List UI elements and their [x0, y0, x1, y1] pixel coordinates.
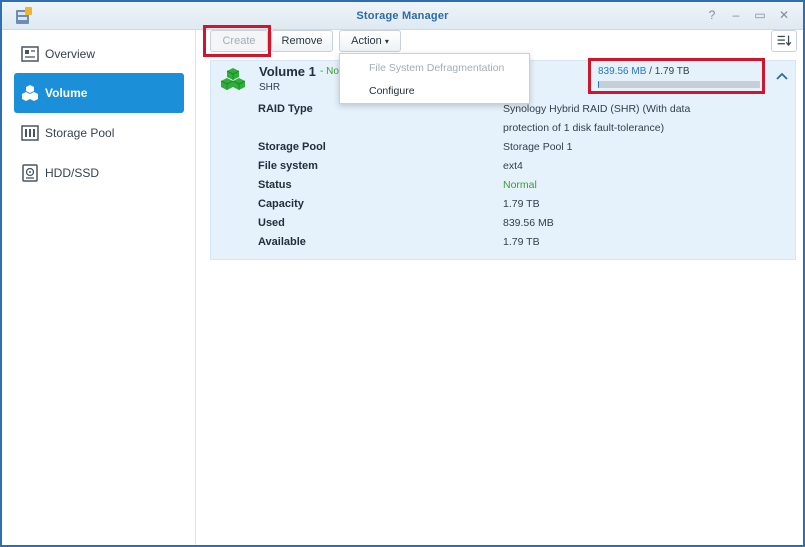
detail-value: 1.79 TB: [503, 198, 540, 210]
detail-value: ext4: [503, 160, 523, 172]
action-dropdown-button[interactable]: Action ▾: [339, 30, 401, 52]
detail-value: Storage Pool 1: [503, 141, 573, 153]
detail-row-available: Available 1.79 TB: [258, 236, 778, 255]
status-value: Normal: [503, 179, 537, 191]
hdd-icon: [22, 164, 38, 182]
detail-label: Status: [258, 179, 292, 191]
detail-value: 1.79 TB: [503, 236, 540, 248]
sidebar: Overview Volume Storage Pool HDD/SSD: [2, 30, 196, 545]
menu-item-configure[interactable]: Configure: [340, 80, 529, 102]
volume-name: Volume 1: [259, 64, 316, 79]
volume-icon: [22, 85, 38, 101]
detail-label: Available: [258, 236, 306, 248]
sidebar-item-label: Storage Pool: [45, 126, 115, 140]
create-button[interactable]: Create: [210, 30, 268, 52]
detail-value: 839.56 MB: [503, 217, 554, 229]
sidebar-item-label: Overview: [45, 47, 96, 61]
sort-icon: [777, 35, 792, 47]
sort-button[interactable]: [771, 30, 797, 52]
action-button-label: Action: [351, 35, 382, 47]
title-bar: Storage Manager ? – ▭ ✕: [2, 2, 803, 30]
detail-label: Capacity: [258, 198, 304, 210]
storage-pool-icon: [21, 125, 39, 141]
detail-label: Storage Pool: [258, 141, 326, 153]
volume-type: SHR: [259, 82, 281, 93]
window-title: Storage Manager: [356, 10, 449, 22]
usage-used: 839.56 MB: [598, 66, 647, 77]
chevron-down-icon: ▾: [384, 37, 389, 46]
detail-label: File system: [258, 160, 318, 172]
storage-manager-window: Storage Manager ? – ▭ ✕ Overview Volume: [0, 0, 805, 547]
sidebar-item-storage-pool[interactable]: Storage Pool: [14, 113, 184, 153]
sidebar-item-overview[interactable]: Overview: [14, 34, 184, 74]
volume-icon: [220, 68, 246, 90]
usage-separator: /: [646, 66, 655, 77]
chevron-up-icon[interactable]: [774, 69, 790, 85]
detail-label: RAID Type: [258, 103, 313, 115]
sidebar-item-label: Volume: [45, 86, 88, 100]
volume-details: RAID Type Synology Hybrid RAID (SHR) (Wi…: [258, 103, 778, 255]
remove-button[interactable]: Remove: [271, 30, 333, 52]
action-menu: File System Defragmentation Configure: [339, 53, 530, 104]
sidebar-item-hdd-ssd[interactable]: HDD/SSD: [14, 153, 184, 193]
detail-value: Synology Hybrid RAID (SHR) (With data pr…: [503, 103, 691, 134]
sidebar-item-label: HDD/SSD: [45, 166, 100, 180]
maximize-icon[interactable]: ▭: [752, 7, 768, 23]
help-icon[interactable]: ?: [704, 7, 720, 23]
minimize-icon[interactable]: –: [728, 7, 744, 23]
overview-icon: [21, 46, 39, 62]
close-icon[interactable]: ✕: [776, 7, 792, 23]
sidebar-item-volume[interactable]: Volume: [14, 73, 184, 113]
usage-total: 1.79 TB: [654, 66, 690, 77]
detail-row-raid-type: RAID Type Synology Hybrid RAID (SHR) (Wi…: [258, 103, 778, 141]
usage-bar: [598, 81, 760, 88]
volume-status-inline: - No: [320, 66, 339, 77]
menu-item-defragmentation[interactable]: File System Defragmentation: [340, 57, 529, 79]
detail-label: Used: [258, 217, 285, 229]
usage-text: 839.56 MB / 1.79 TB: [598, 66, 690, 77]
